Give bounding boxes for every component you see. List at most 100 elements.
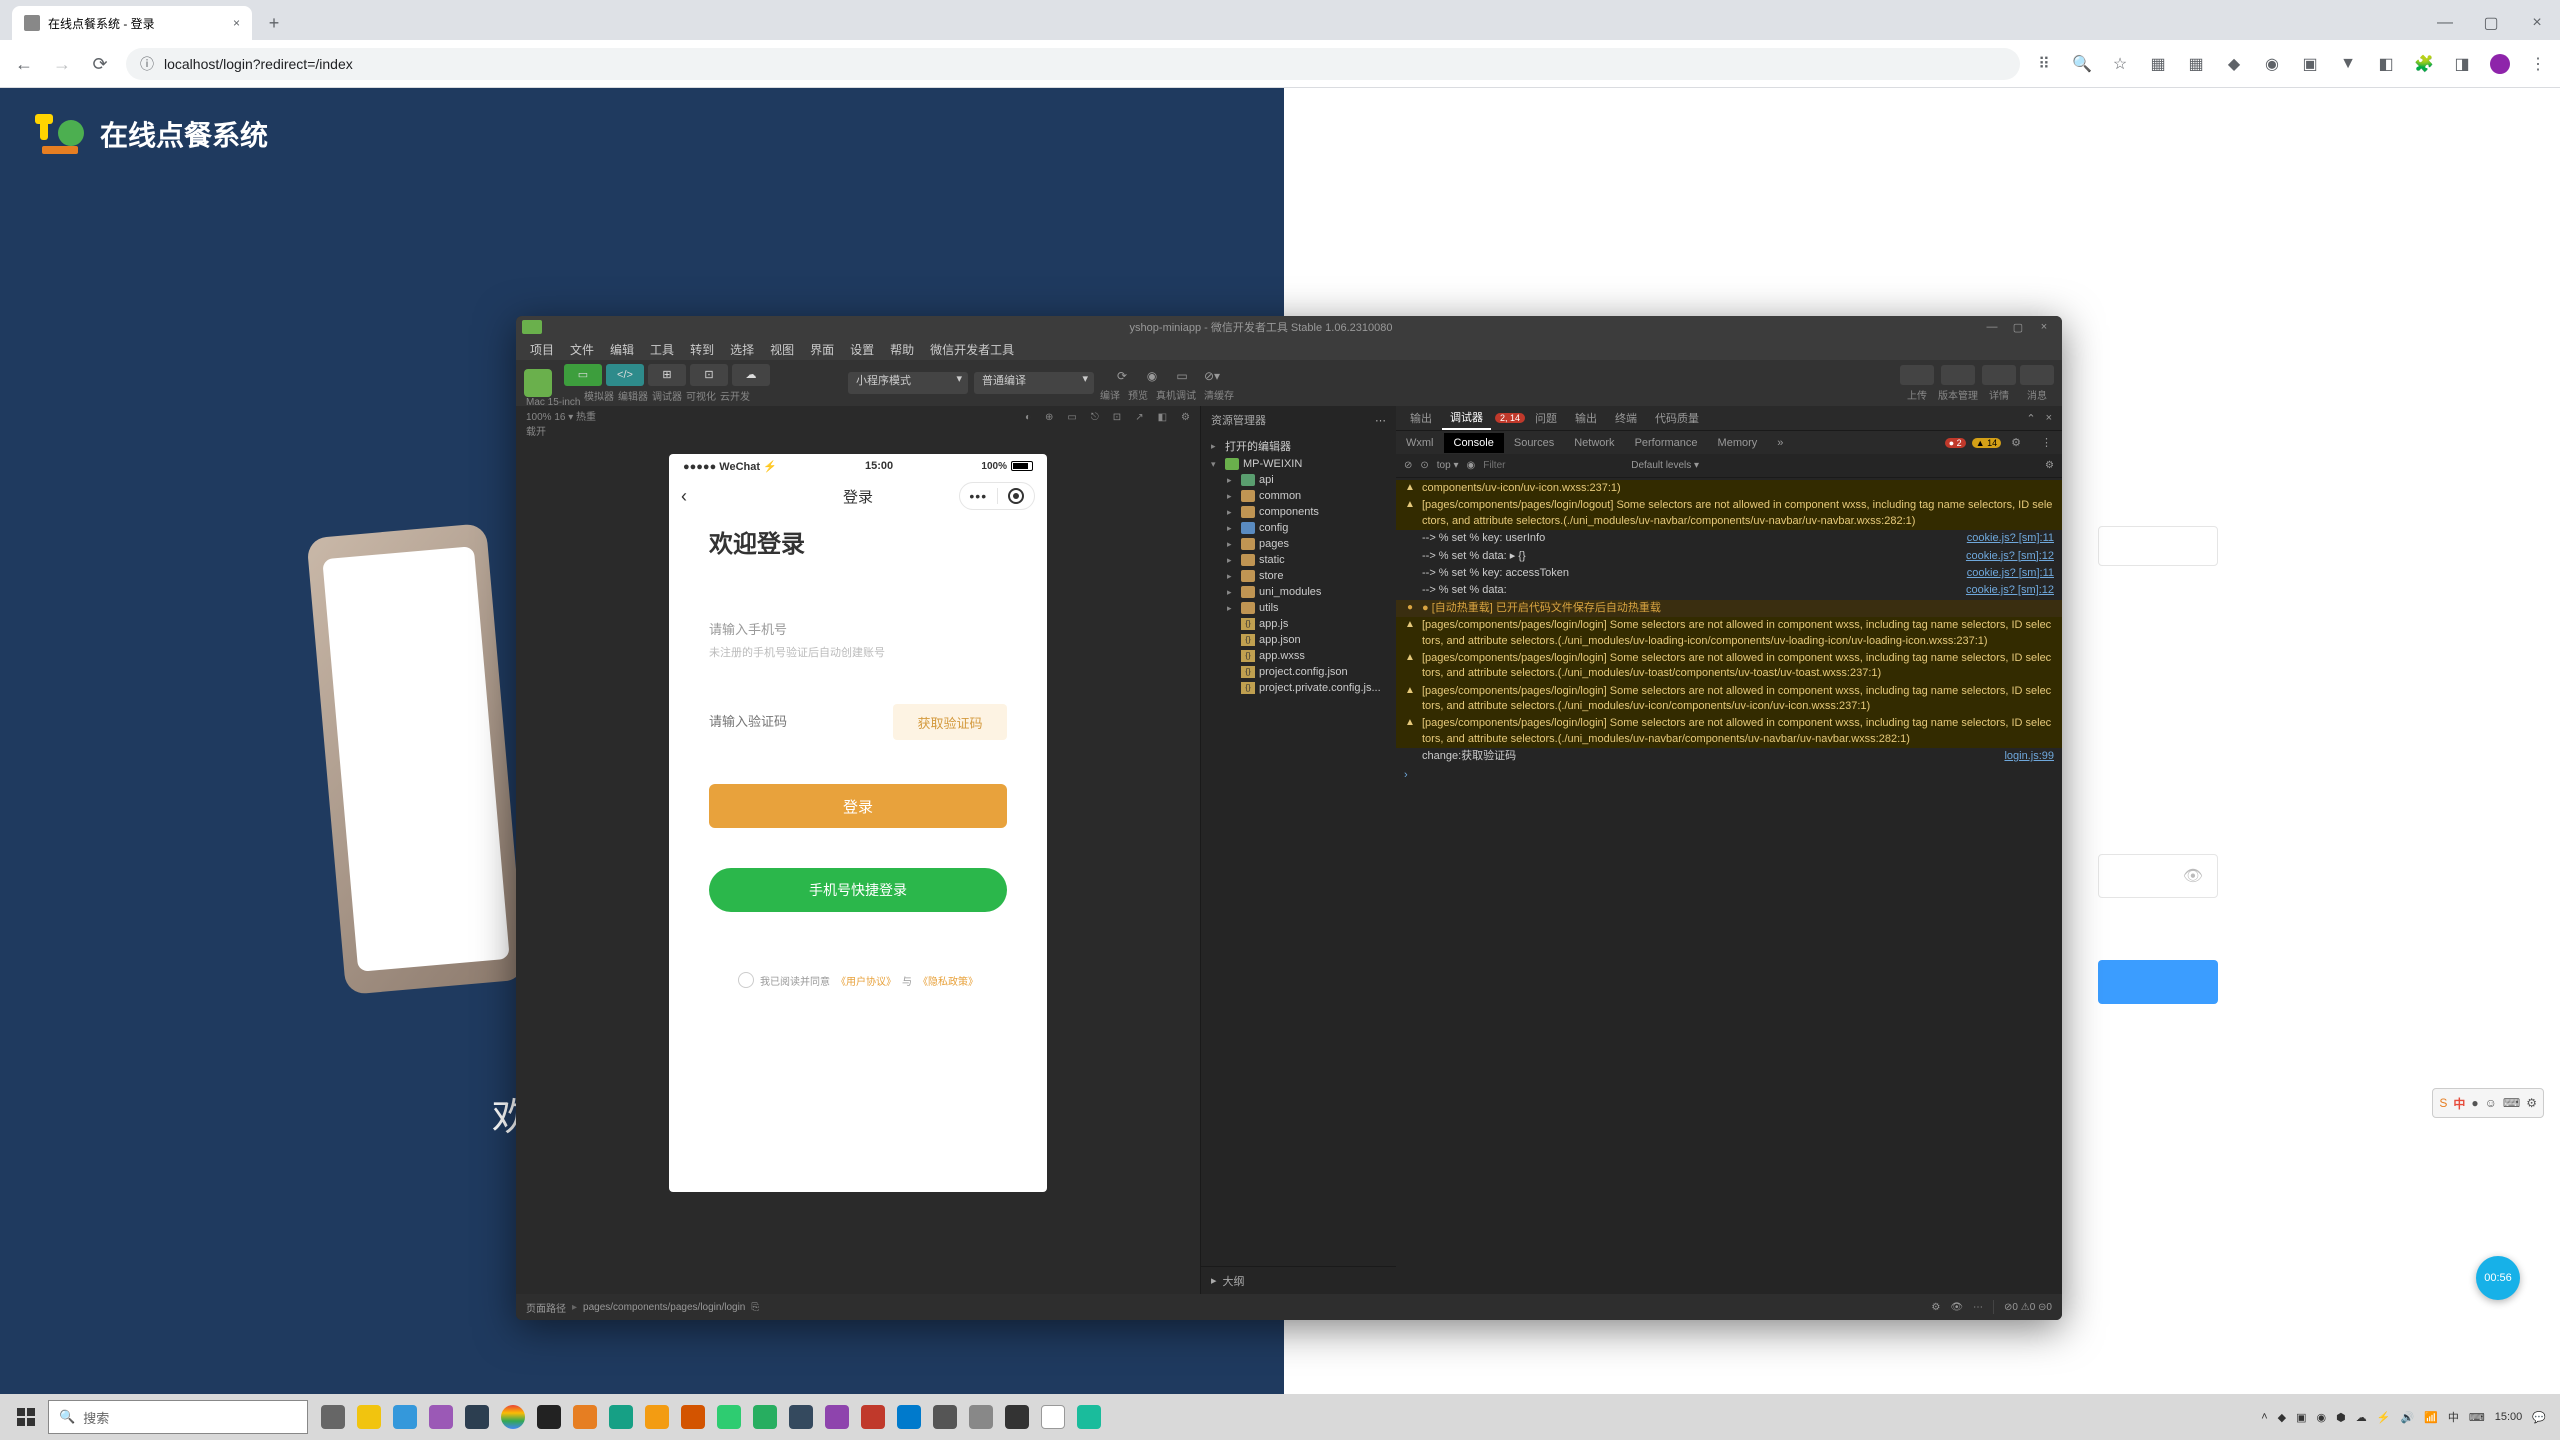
editor-button[interactable]: </> <box>606 364 644 386</box>
tray-clock[interactable]: 15:00 <box>2495 1411 2523 1423</box>
source-link[interactable]: login.js:99 <box>2004 749 2054 764</box>
console-line[interactable]: ▲[pages/components/pages/login/login] So… <box>1396 715 2062 748</box>
explorer-more-icon[interactable]: ⋯ <box>1375 414 1386 427</box>
menu-select[interactable]: 选择 <box>724 339 760 360</box>
console-line[interactable]: ▲[pages/components/pages/login/login] So… <box>1396 617 2062 650</box>
tab-quality[interactable]: 代码质量 <box>1647 407 1707 429</box>
maximize-icon[interactable]: ▢ <box>2468 6 2514 40</box>
start-button[interactable] <box>6 1397 46 1437</box>
login-button[interactable]: 登录 <box>709 784 1007 828</box>
app20-icon[interactable] <box>1036 1398 1070 1436</box>
sim-icon-3[interactable]: ▭ <box>1067 412 1076 423</box>
menu-project[interactable]: 项目 <box>524 339 560 360</box>
console-line[interactable]: --> % set % data:cookie.js? [sm]:12 <box>1396 582 2062 599</box>
tray-up-icon[interactable]: ˄ <box>2261 1411 2267 1423</box>
tab-output[interactable]: 输出 <box>1402 407 1440 429</box>
menu-settings[interactable]: 设置 <box>844 339 880 360</box>
code-input[interactable] <box>709 704 885 740</box>
ext1-icon[interactable]: ▦ <box>2148 54 2168 74</box>
menu-edit[interactable]: 编辑 <box>604 339 640 360</box>
privacy-link[interactable]: 《隐私政策》 <box>918 973 978 988</box>
ime-emoji-icon[interactable]: ☺ <box>2485 1096 2497 1110</box>
subtab-more2-icon[interactable]: ⋮ <box>2031 432 2062 453</box>
console-line[interactable]: ▲components/uv-icon/uv-icon.wxss:237:1) <box>1396 480 2062 497</box>
levels-select[interactable]: Default levels ▾ <box>1631 460 1699 471</box>
tray-notif-icon[interactable]: 💬 <box>2532 1411 2546 1424</box>
console-line[interactable]: ▲[pages/components/pages/login/login] So… <box>1396 683 2062 716</box>
visual-button[interactable]: ⊡ <box>690 364 728 386</box>
menu-icon[interactable]: ⋮ <box>2528 54 2548 74</box>
compile-type-select[interactable]: 普通编译 <box>974 372 1094 394</box>
ime-settings-icon[interactable]: ⚙ <box>2526 1096 2537 1110</box>
panel-close-icon[interactable]: × <box>2042 412 2056 424</box>
tab-close-icon[interactable]: × <box>233 16 240 30</box>
tray-lang-icon[interactable]: 中 <box>2448 1409 2459 1425</box>
console-line[interactable]: change:获取验证码login.js:99 <box>1396 748 2062 765</box>
sim-icon-2[interactable]: ⊕ <box>1045 412 1053 423</box>
console-line[interactable]: --> % set % key: accessTokencookie.js? [… <box>1396 565 2062 582</box>
folder-api[interactable]: ▸api <box>1201 472 1396 488</box>
tray-i5-icon[interactable]: ☁ <box>2356 1411 2367 1424</box>
explorer-icon[interactable] <box>640 1398 674 1436</box>
console-line[interactable]: --> % set % data: ▸ {}cookie.js? [sm]:12 <box>1396 548 2062 565</box>
app1-icon[interactable] <box>352 1398 386 1436</box>
subtab-memory[interactable]: Memory <box>1708 433 1768 453</box>
ext2-icon[interactable]: ▦ <box>2186 54 2206 74</box>
footer-more-icon[interactable]: ⋯ <box>1973 1302 1983 1313</box>
open-editors-row[interactable]: ▸打开的编辑器 <box>1201 436 1396 456</box>
source-link[interactable]: cookie.js? [sm]:11 <box>1967 531 2054 546</box>
ime-keyboard-icon[interactable]: ⌨ <box>2503 1096 2520 1110</box>
file-projectconfig[interactable]: project.config.json <box>1201 664 1396 680</box>
subtab-sources[interactable]: Sources <box>1504 433 1564 453</box>
menu-file[interactable]: 文件 <box>564 339 600 360</box>
app3-icon[interactable] <box>424 1398 458 1436</box>
reload-icon[interactable]: ⟳ <box>88 52 112 76</box>
refresh-icon[interactable]: ⟳ <box>1109 365 1135 387</box>
panel-collapse-icon[interactable]: ⌃ <box>2022 412 2039 425</box>
tray-ime-icon[interactable]: ⌨ <box>2469 1411 2485 1424</box>
console-history-icon[interactable]: ⊙ <box>1420 460 1428 471</box>
app2-icon[interactable] <box>388 1398 422 1436</box>
minimize-icon[interactable]: — <box>2422 6 2468 40</box>
vscode-icon[interactable] <box>892 1398 926 1436</box>
project-root-row[interactable]: ▾MP-WEIXIN <box>1201 456 1396 472</box>
error-count[interactable]: ● 2 <box>1945 438 1966 448</box>
forward-icon[interactable]: → <box>50 52 74 76</box>
menu-view[interactable]: 视图 <box>764 339 800 360</box>
menu-tools[interactable]: 工具 <box>644 339 680 360</box>
warn-count[interactable]: ▲ 14 <box>1972 438 2001 448</box>
ext3-icon[interactable]: ◆ <box>2224 54 2244 74</box>
settings-gear-icon[interactable]: ⚙ <box>2001 432 2031 453</box>
folder-static[interactable]: ▸static <box>1201 552 1396 568</box>
dt-close-icon[interactable]: × <box>2032 321 2056 334</box>
capsule-menu-icon[interactable]: ••• <box>960 488 997 504</box>
new-tab-button[interactable]: + <box>260 9 288 37</box>
tray-i6-icon[interactable]: ⚡ <box>2377 1411 2391 1424</box>
sim-icon-4[interactable]: ⎋ <box>1091 412 1099 423</box>
agreement-checkbox[interactable] <box>738 972 754 988</box>
console-line[interactable]: ▲[pages/components/pages/login/logout] S… <box>1396 497 2062 530</box>
remote-debug-icon[interactable]: ▭ <box>1169 365 1195 387</box>
browser-tab[interactable]: 在线点餐系统 - 登录 × <box>12 6 252 40</box>
ext5-icon[interactable]: ▣ <box>2300 54 2320 74</box>
tray-i1-icon[interactable]: ◆ <box>2278 1411 2286 1424</box>
eye-preview-icon[interactable]: ◉ <box>1139 365 1165 387</box>
back-icon[interactable]: ← <box>12 52 36 76</box>
message-button[interactable] <box>2020 365 2054 385</box>
app19-icon[interactable] <box>1000 1398 1034 1436</box>
footer-eye-icon[interactable]: 👁 <box>1950 1302 1963 1313</box>
tray-wifi-icon[interactable]: 📶 <box>2424 1411 2438 1424</box>
console-line[interactable]: ▲[pages/components/pages/login/login] So… <box>1396 650 2062 683</box>
profile-avatar[interactable] <box>2490 54 2510 74</box>
file-appwxss[interactable]: app.wxss <box>1201 648 1396 664</box>
subtab-more-icon[interactable]: » <box>1767 433 1793 453</box>
tray-i4-icon[interactable]: ⬢ <box>2336 1411 2346 1424</box>
outline-header[interactable]: ▸大纲 <box>1201 1266 1396 1294</box>
side-panel-icon[interactable]: ◨ <box>2452 54 2472 74</box>
zoom-icon[interactable]: 🔍 <box>2072 54 2092 74</box>
tab-debugger[interactable]: 调试器 <box>1442 406 1491 430</box>
footer-path[interactable]: pages/components/pages/login/login <box>583 1302 745 1313</box>
menu-goto[interactable]: 转到 <box>684 339 720 360</box>
folder-common[interactable]: ▸common <box>1201 488 1396 504</box>
sim-icon-5[interactable]: ⊡ <box>1113 412 1121 423</box>
